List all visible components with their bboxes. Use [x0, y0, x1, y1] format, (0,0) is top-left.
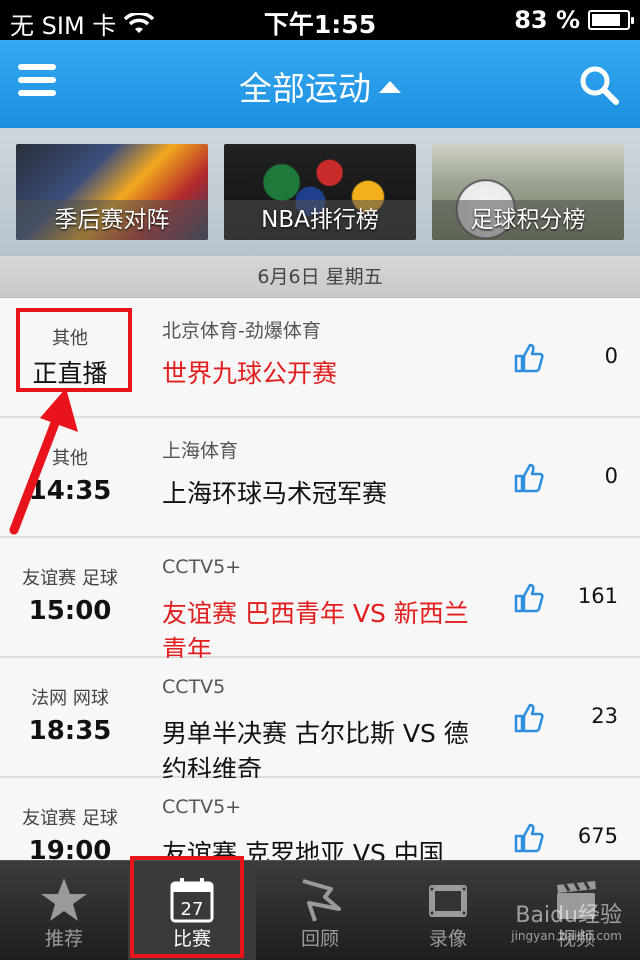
status-right: 83 %	[514, 6, 634, 34]
tab-label: 录像	[428, 928, 467, 950]
match-time-block: 法网 网球 18:35	[0, 658, 140, 778]
match-row[interactable]: 友谊赛 足球 19:00 CCTV5+ 友谊赛 克罗地亚 VS 中国 675	[0, 778, 640, 860]
match-time: 15:00	[28, 596, 112, 626]
watermark-brand: Baidu经验	[515, 903, 622, 928]
match-row[interactable]: 法网 网球 18:35 CCTV5 男单半决赛 古尔比斯 VS 德约科维奇 23	[0, 658, 640, 784]
date-header: 6月6日 星期五	[0, 256, 640, 298]
tab-recommend[interactable]: 推荐	[0, 861, 128, 960]
banner-playoff-bracket[interactable]: 季后赛对阵	[16, 144, 208, 240]
like-count: 0	[604, 464, 618, 488]
nav-title-text: 全部运动	[239, 69, 371, 108]
match-channel: CCTV5+	[162, 796, 242, 818]
match-row[interactable]: 友谊赛 足球 15:00 CCTV5+ 友谊赛 巴西青年 VS 新西兰青年 16…	[0, 538, 640, 664]
thumbs-up-icon[interactable]	[513, 462, 545, 494]
annotation-arrow-icon	[9, 388, 78, 535]
match-title: 世界九球公开赛	[162, 359, 338, 388]
match-time-block: 友谊赛 足球 15:00	[0, 538, 140, 658]
banner-football-standings[interactable]: 足球积分榜	[432, 144, 624, 240]
tab-highlight-box	[130, 856, 244, 958]
match-category: 法网 网球	[31, 688, 109, 709]
match-channel: 北京体育-劲爆体育	[162, 320, 321, 342]
like-count: 0	[604, 344, 618, 368]
banner-label: 季后赛对阵	[16, 200, 208, 240]
match-time-block: 友谊赛 足球 19:00	[0, 778, 140, 860]
battery-fill	[592, 14, 621, 26]
match-category: 友谊赛 足球	[22, 568, 118, 589]
match-channel: CCTV5+	[162, 556, 242, 578]
nav-bar: 全部运动	[0, 40, 640, 128]
banner-label: 足球积分榜	[432, 200, 624, 240]
watermark-url: jingyan.baidu.com	[511, 929, 622, 943]
banner-strip: 季后赛对阵 NBA排行榜 足球积分榜	[0, 128, 640, 256]
match-channel: 上海体育	[162, 440, 239, 462]
tab-label: 回顾	[300, 928, 339, 950]
match-channel: CCTV5	[162, 676, 226, 698]
match-category: 友谊赛 足球	[22, 808, 118, 829]
match-time: 19:00	[28, 836, 112, 860]
match-time: 18:35	[28, 716, 112, 746]
banner-nba-rankings[interactable]: NBA排行榜	[224, 144, 416, 240]
sport-filter-dropdown[interactable]: 全部运动	[0, 62, 640, 110]
battery-percent: 83 %	[514, 6, 580, 34]
thumbs-up-icon[interactable]	[513, 342, 545, 374]
status-bar: 无 SIM 卡 下午1:55 83 %	[0, 0, 640, 40]
battery-icon	[588, 10, 634, 30]
banner-label: NBA排行榜	[224, 200, 416, 240]
search-icon[interactable]	[578, 64, 620, 106]
star-icon	[41, 878, 87, 921]
like-count: 161	[577, 584, 618, 608]
thumbs-up-icon[interactable]	[513, 822, 545, 854]
caret-up-icon	[379, 80, 401, 93]
thumbs-up-icon[interactable]	[513, 582, 545, 614]
film-icon	[429, 885, 467, 917]
tab-recordings[interactable]: 录像	[384, 861, 512, 960]
tab-label: 推荐	[44, 928, 83, 950]
like-count: 675	[577, 824, 618, 848]
tab-bar: 推荐 27 比赛 回顾 录像 视频 Baidu经验 jingyan.baidu.…	[0, 860, 640, 960]
flag-icon	[302, 879, 341, 922]
match-title: 上海环球马术冠军赛	[162, 479, 388, 508]
thumbs-up-icon[interactable]	[513, 702, 545, 734]
baidu-watermark: Baidu经验 jingyan.baidu.com	[511, 903, 622, 946]
tab-review[interactable]: 回顾	[256, 861, 384, 960]
like-count: 23	[591, 704, 618, 728]
